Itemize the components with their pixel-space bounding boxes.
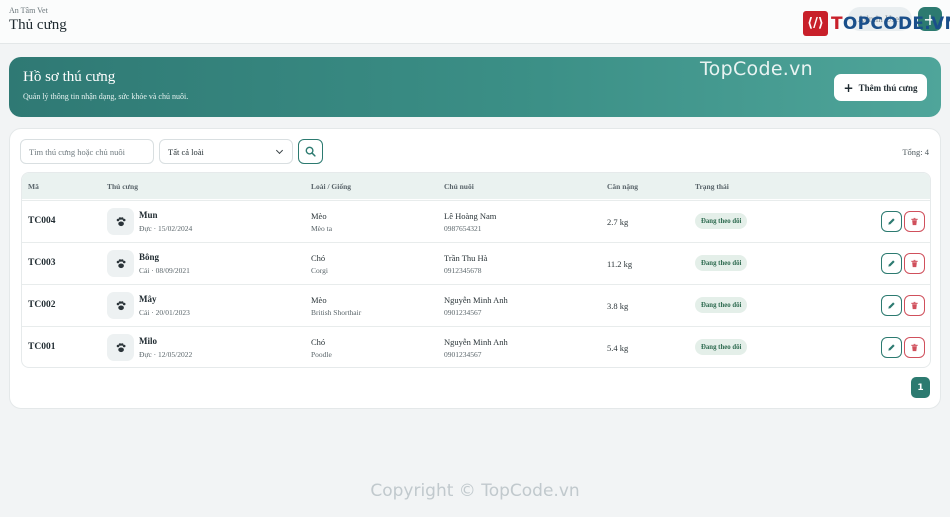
status-badge: Đang theo dõi: [695, 339, 748, 355]
status-badge: Đang theo dõi: [695, 297, 748, 313]
pet-code: TC001: [28, 342, 56, 352]
paw-icon: [116, 342, 125, 352]
page-title: Thủ cưng: [9, 17, 67, 33]
pet-avatar: [107, 334, 134, 361]
delete-button[interactable]: [904, 295, 925, 316]
table-header: Mã Thú cưng Loài / Giống Chủ nuôi Cân nặ…: [22, 173, 930, 199]
pets-table: Mã Thú cưng Loài / Giống Chủ nuôi Cân nặ…: [21, 172, 931, 368]
total-count: Tổng: 4: [902, 147, 929, 157]
pet-avatar: [107, 250, 134, 277]
header-weight: Cân nặng: [607, 182, 639, 191]
species-select-value: Tất cả loài: [168, 146, 204, 157]
header-code: Mã: [28, 182, 39, 191]
delete-button[interactable]: [904, 253, 925, 274]
pencil-icon: [888, 260, 895, 267]
table-row: TC004 Mun Đực · 15/02/2024 Mèo Mèo ta Lê…: [22, 200, 930, 242]
pet-code: TC003: [28, 258, 56, 268]
trash-icon: [911, 301, 918, 310]
pet-name: Mây: [139, 294, 157, 304]
owner-phone: 0912345678: [444, 266, 482, 275]
pet-breed: Corgi: [311, 266, 328, 275]
pet-avatar: [107, 208, 134, 235]
chevron-down-icon: [275, 146, 284, 154]
pet-name: Milo: [139, 336, 157, 346]
pet-code: TC004: [28, 216, 56, 226]
pet-weight: 11.2 kg: [607, 259, 633, 269]
pet-meta: Cái · 20/01/2023: [139, 308, 190, 317]
search-input[interactable]: [20, 139, 154, 164]
pencil-icon: [888, 302, 895, 309]
hero-subtitle: Quản lý thông tin nhận dạng, sức khỏe và…: [23, 92, 189, 101]
edit-button[interactable]: [881, 337, 902, 358]
trash-icon: [911, 217, 918, 226]
brand-name: An Tâm Vet: [9, 6, 48, 15]
trash-icon: [911, 343, 918, 352]
header-pet: Thú cưng: [107, 182, 138, 191]
owner-phone: 0987654321: [444, 224, 482, 233]
delete-button[interactable]: [904, 337, 925, 358]
edit-button[interactable]: [881, 253, 902, 274]
pet-breed: Poodle: [311, 350, 332, 359]
watermark-bottom: Copyright © TopCode.vn: [370, 481, 580, 501]
pet-species: Mèo: [311, 295, 327, 305]
pet-species: Chó: [311, 337, 326, 347]
owner-name: Nguyễn Minh Anh: [444, 295, 508, 305]
add-pet-label: Thêm thú cưng: [858, 82, 918, 93]
table-row: TC001 Milo Đực · 12/05/2022 Chó Poodle N…: [22, 326, 930, 367]
owner-name: Nguyễn Minh Anh: [444, 337, 508, 347]
pet-breed: Mèo ta: [311, 224, 333, 233]
owner-phone: 0901234567: [444, 350, 482, 359]
owner-phone: 0901234567: [444, 308, 482, 317]
species-select[interactable]: Tất cả loài: [159, 139, 293, 164]
pet-species: Mèo: [311, 211, 327, 221]
topcode-logo: ⟨/⟩ TOPCODE.VN: [803, 11, 950, 36]
pet-list-card: Tất cả loài Tổng: 4 Mã Thú cưng Loài / G…: [9, 128, 941, 409]
logo-text: TOPCODE.VN: [831, 13, 950, 34]
edit-button[interactable]: [881, 211, 902, 232]
pet-weight: 2.7 kg: [607, 217, 629, 227]
paw-icon: [116, 258, 125, 268]
owner-name: Trần Thu Hà: [444, 253, 488, 263]
pet-avatar: [107, 292, 134, 319]
table-row: TC003 Bông Cái · 08/09/2021 Chó Corgi Tr…: [22, 242, 930, 284]
search-button[interactable]: [298, 139, 323, 164]
pet-weight: 5.4 kg: [607, 343, 629, 353]
pet-name: Mun: [139, 210, 158, 220]
table-row: TC002 Mây Cái · 20/01/2023 Mèo British S…: [22, 284, 930, 326]
pagination-page-1[interactable]: 1: [911, 377, 930, 398]
status-badge: Đang theo dõi: [695, 255, 748, 271]
top-bar: An Tâm Vet Thủ cưng Admin User + ⟨/⟩ TOP…: [0, 0, 950, 44]
plus-icon: +: [843, 80, 854, 95]
pet-meta: Đực · 12/05/2022: [139, 350, 193, 359]
pet-meta: Đực · 15/02/2024: [139, 224, 193, 233]
add-pet-button[interactable]: + Thêm thú cưng: [834, 74, 927, 101]
hero-title: Hồ sơ thú cưng: [23, 69, 116, 85]
owner-name: Lê Hoàng Nam: [444, 211, 497, 221]
paw-icon: [116, 216, 125, 226]
pet-weight: 3.8 kg: [607, 301, 629, 311]
delete-button[interactable]: [904, 211, 925, 232]
pet-meta: Cái · 08/09/2021: [139, 266, 190, 275]
pet-code: TC002: [28, 300, 56, 310]
pencil-icon: [888, 218, 895, 225]
header-species: Loài / Giống: [311, 182, 352, 191]
logo-mark: ⟨/⟩: [803, 11, 828, 36]
search-icon: [305, 146, 316, 157]
pet-species: Chó: [311, 253, 326, 263]
paw-icon: [116, 300, 125, 310]
pet-breed: British Shorthair: [311, 308, 362, 317]
header-status: Trạng thái: [695, 182, 729, 191]
pencil-icon: [888, 344, 895, 351]
header-owner: Chủ nuôi: [444, 182, 474, 191]
trash-icon: [911, 259, 918, 268]
pet-name: Bông: [139, 252, 160, 262]
watermark-top: TopCode.vn: [700, 58, 814, 80]
edit-button[interactable]: [881, 295, 902, 316]
status-badge: Đang theo dõi: [695, 213, 748, 229]
